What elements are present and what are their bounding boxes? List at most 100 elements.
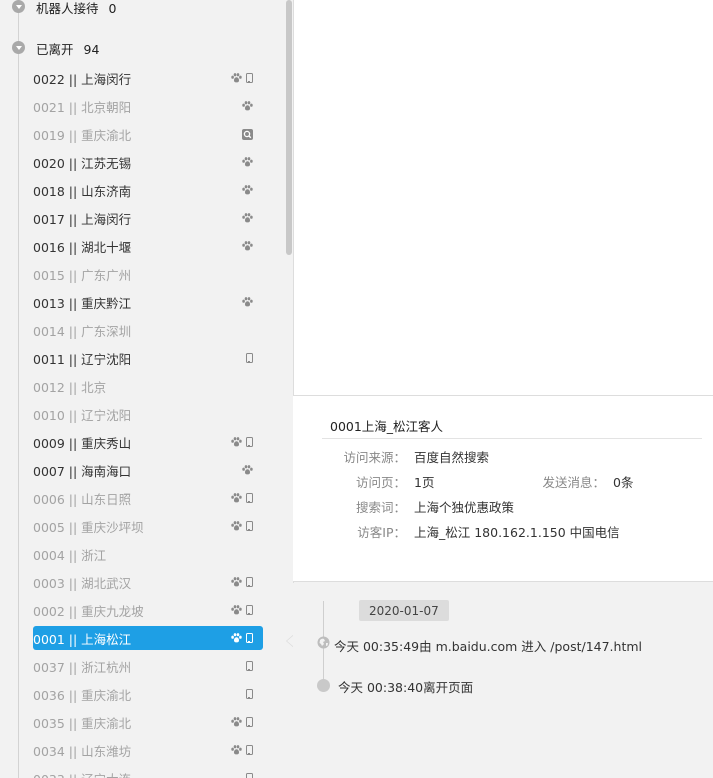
visitor-row[interactable]: 0009 || 重庆秀山 bbox=[33, 430, 263, 454]
chat-area bbox=[294, 0, 713, 395]
visitor-row[interactable]: 0014 || 广东深圳 bbox=[33, 318, 263, 342]
visitor-row[interactable]: 0034 || 山东潍坊 bbox=[33, 738, 263, 762]
mobile-phone-icon bbox=[246, 745, 253, 755]
mobile-phone-icon bbox=[246, 521, 253, 531]
visitor-label: 0010 || 辽宁沈阳 bbox=[33, 407, 132, 423]
visitor-label: 0017 || 上海闵行 bbox=[33, 211, 132, 227]
visitor-row[interactable]: 0010 || 辽宁沈阳 bbox=[33, 402, 263, 426]
baidu-paw-icon bbox=[231, 73, 242, 83]
baidu-paw-icon bbox=[242, 213, 253, 223]
messages-value: 0条 bbox=[613, 474, 634, 490]
mobile-phone-icon bbox=[246, 773, 253, 778]
visitor-icons bbox=[231, 430, 253, 454]
visitor-row[interactable]: 0015 || 广东广州 bbox=[33, 262, 263, 286]
visitor-row[interactable]: 0013 || 重庆黔江 bbox=[33, 290, 263, 314]
collapse-toggle-icon[interactable] bbox=[12, 41, 25, 54]
source-value: 百度自然搜索 bbox=[414, 449, 490, 465]
visitor-label: 0003 || 湖北武汉 bbox=[33, 575, 132, 591]
baidu-paw-icon bbox=[242, 101, 253, 111]
visitor-icons bbox=[231, 514, 253, 538]
visitor-label: 0012 || 北京 bbox=[33, 379, 107, 395]
baidu-paw-icon bbox=[231, 745, 242, 755]
visitor-row[interactable]: 0011 || 辽宁沈阳 bbox=[33, 346, 263, 370]
baidu-paw-icon bbox=[242, 297, 253, 307]
visitor-row[interactable]: 0002 || 重庆九龙坡 bbox=[33, 598, 263, 622]
visitor-row[interactable]: 0016 || 湖北十堰 bbox=[33, 234, 263, 258]
visitor-row[interactable]: 0005 || 重庆沙坪坝 bbox=[33, 514, 263, 538]
baidu-paw-icon bbox=[242, 465, 253, 475]
timeline-event-leave: 今天 00:38:40离开页面 bbox=[338, 680, 474, 695]
visitor-label: 0005 || 重庆沙坪坝 bbox=[33, 519, 144, 535]
visitor-icons bbox=[246, 766, 253, 778]
mobile-phone-icon bbox=[246, 661, 253, 671]
visitor-row[interactable]: 0033 || 辽宁大连 bbox=[33, 766, 263, 778]
visitor-icons bbox=[231, 738, 253, 762]
pages-row: 访问页： 1页 bbox=[318, 472, 434, 490]
visitor-icons bbox=[242, 206, 253, 230]
visitor-row[interactable]: 0035 || 重庆渝北 bbox=[33, 710, 263, 734]
baidu-paw-icon bbox=[231, 717, 242, 727]
visitor-label: 0001 || 上海松江 bbox=[33, 631, 132, 647]
visitor-label: 0022 || 上海闵行 bbox=[33, 71, 132, 87]
timeline-date: 2020-01-07 bbox=[359, 600, 449, 621]
baidu-paw-icon bbox=[231, 521, 242, 531]
mobile-phone-icon bbox=[246, 353, 253, 363]
ip-label: 访客IP： bbox=[357, 524, 406, 540]
visitor-icons bbox=[242, 458, 253, 482]
group-robot-count: 0 bbox=[108, 1, 117, 16]
visitor-row[interactable]: 0006 || 山东日照 bbox=[33, 486, 263, 510]
visitor-icons bbox=[246, 654, 253, 678]
visitor-icons bbox=[231, 598, 253, 622]
visitor-icons bbox=[242, 234, 253, 258]
globe-icon bbox=[317, 636, 330, 649]
visitor-row[interactable]: 0003 || 湖北武汉 bbox=[33, 570, 263, 594]
group-robot-title: 机器人接待 0 bbox=[36, 1, 117, 16]
source-label: 访问来源： bbox=[343, 449, 406, 465]
group-left-count: 94 bbox=[83, 42, 100, 57]
visitor-icons bbox=[246, 346, 253, 370]
visitor-row[interactable]: 0022 || 上海闵行 bbox=[33, 66, 263, 90]
baidu-paw-icon bbox=[242, 157, 253, 167]
visitor-row[interactable]: 0004 || 浙江 bbox=[33, 542, 263, 566]
visitor-label: 0016 || 湖北十堰 bbox=[33, 239, 132, 255]
visitor-row[interactable]: 0007 || 海南海口 bbox=[33, 458, 263, 482]
ip-row: 访客IP： 上海_松江 180.162.1.150 中国电信 bbox=[318, 522, 620, 540]
visitor-row[interactable]: 0018 || 山东济南 bbox=[33, 178, 263, 202]
timeline-dot bbox=[317, 679, 330, 692]
visitor-label: 0004 || 浙江 bbox=[33, 547, 107, 563]
visitor-label: 0036 || 重庆渝北 bbox=[33, 687, 132, 703]
mobile-phone-icon bbox=[246, 73, 253, 83]
keyword-row: 搜索词： 上海个独优惠政策 bbox=[318, 497, 514, 515]
visit-timeline: 2020-01-07 今天 00:35:49由 m.baidu.com 进入 /… bbox=[293, 583, 713, 778]
visitor-icons bbox=[246, 682, 253, 706]
visitor-label: 0014 || 广东深圳 bbox=[33, 323, 132, 339]
visitor-row[interactable]: 0001 || 上海松江 bbox=[33, 626, 263, 650]
visitor-icons bbox=[231, 626, 253, 650]
mobile-phone-icon bbox=[246, 633, 253, 643]
visitor-row[interactable]: 0021 || 北京朝阳 bbox=[33, 94, 263, 118]
source-row: 访问来源： 百度自然搜索 bbox=[318, 447, 489, 465]
visitor-row[interactable]: 0019 || 重庆渝北 bbox=[33, 122, 263, 146]
visitor-row[interactable]: 0037 || 浙江杭州 bbox=[33, 654, 263, 678]
tree-line bbox=[18, 0, 19, 778]
visitor-row[interactable]: 0020 || 江苏无锡 bbox=[33, 150, 263, 174]
sidebar-scrollbar[interactable] bbox=[286, 0, 292, 255]
ip-value: 上海_松江 180.162.1.150 中国电信 bbox=[414, 524, 620, 540]
mobile-phone-icon bbox=[246, 493, 253, 503]
visitor-label: 0035 || 重庆渝北 bbox=[33, 715, 132, 731]
mobile-phone-icon bbox=[246, 717, 253, 727]
visitor-label: 0019 || 重庆渝北 bbox=[33, 127, 132, 143]
visitor-row[interactable]: 0017 || 上海闵行 bbox=[33, 206, 263, 230]
visitor-label: 0015 || 广东广州 bbox=[33, 267, 132, 283]
collapse-toggle-icon[interactable] bbox=[12, 0, 25, 13]
mobile-phone-icon bbox=[246, 689, 253, 699]
keyword-value: 上海个独优惠政策 bbox=[414, 499, 515, 515]
visitor-row[interactable]: 0036 || 重庆渝北 bbox=[33, 682, 263, 706]
visitor-label: 0018 || 山东济南 bbox=[33, 183, 132, 199]
baidu-paw-icon bbox=[231, 437, 242, 447]
visitor-label: 0020 || 江苏无锡 bbox=[33, 155, 132, 171]
visitor-icons bbox=[242, 290, 253, 314]
pages-label: 访问页： bbox=[355, 474, 406, 490]
visitor-row[interactable]: 0012 || 北京 bbox=[33, 374, 263, 398]
keyword-label: 搜索词： bbox=[355, 499, 406, 515]
